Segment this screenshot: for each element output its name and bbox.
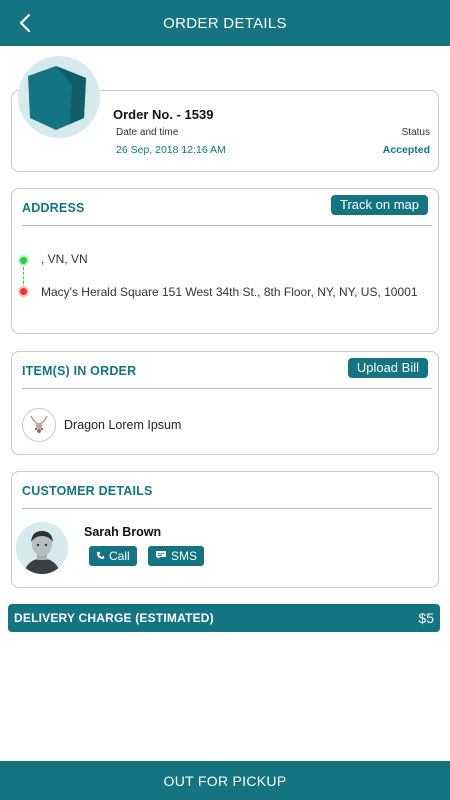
customer-card: CUSTOMER DETAILS Sarah Brown Call SMS [11,471,439,588]
dropoff-address: Macy's Herald Square 151 West 34th St., … [41,285,418,299]
back-chevron-icon[interactable] [14,11,38,35]
date-time-label: Date and time [116,127,179,138]
track-on-map-button[interactable]: Track on map [331,195,428,215]
address-card: ADDRESS Track on map , VN, VN Macy's Her… [11,188,439,334]
delivery-charge-bar: DELIVERY CHARGE (ESTIMATED) $5 [8,604,440,632]
order-number: Order No. - 1539 [113,107,214,122]
dropoff-location-icon [18,286,29,297]
avatar [16,522,68,574]
call-button[interactable]: Call [89,546,137,566]
item-name: Dragon Lorem Ipsum [64,418,182,432]
upload-bill-button[interactable]: Upload Bill [347,358,428,378]
delivery-charge-label: DELIVERY CHARGE (ESTIMATED) [14,611,214,625]
message-icon [155,549,167,563]
call-label: Call [109,549,130,563]
necklace-icon [22,408,56,442]
customer-name: Sarah Brown [84,525,162,539]
status-value: Accepted [382,144,430,156]
app-header: ORDER DETAILS [0,0,450,46]
address-divider [22,225,432,226]
page-title: ORDER DETAILS [163,14,287,32]
phone-icon [96,549,105,563]
pickup-location-icon [18,255,29,266]
out-for-pickup-button[interactable]: OUT FOR PICKUP [0,761,450,800]
items-divider [22,388,432,389]
date-time-value: 26 Sep, 2018 12:16 AM [116,144,226,156]
status-label: Status [401,127,430,138]
sms-label: SMS [171,549,198,563]
delivery-charge-value: $5 [418,610,434,626]
items-card: ITEM(S) IN ORDER Upload Bill Dragon Lore… [11,351,439,455]
sms-button[interactable]: SMS [148,546,205,566]
pickup-address: , VN, VN [41,252,88,266]
customer-divider [22,508,432,509]
address-section-title: ADDRESS [22,201,85,215]
package-box-icon [18,56,100,138]
customer-section-title: CUSTOMER DETAILS [22,484,153,498]
items-section-title: ITEM(S) IN ORDER [22,364,137,378]
